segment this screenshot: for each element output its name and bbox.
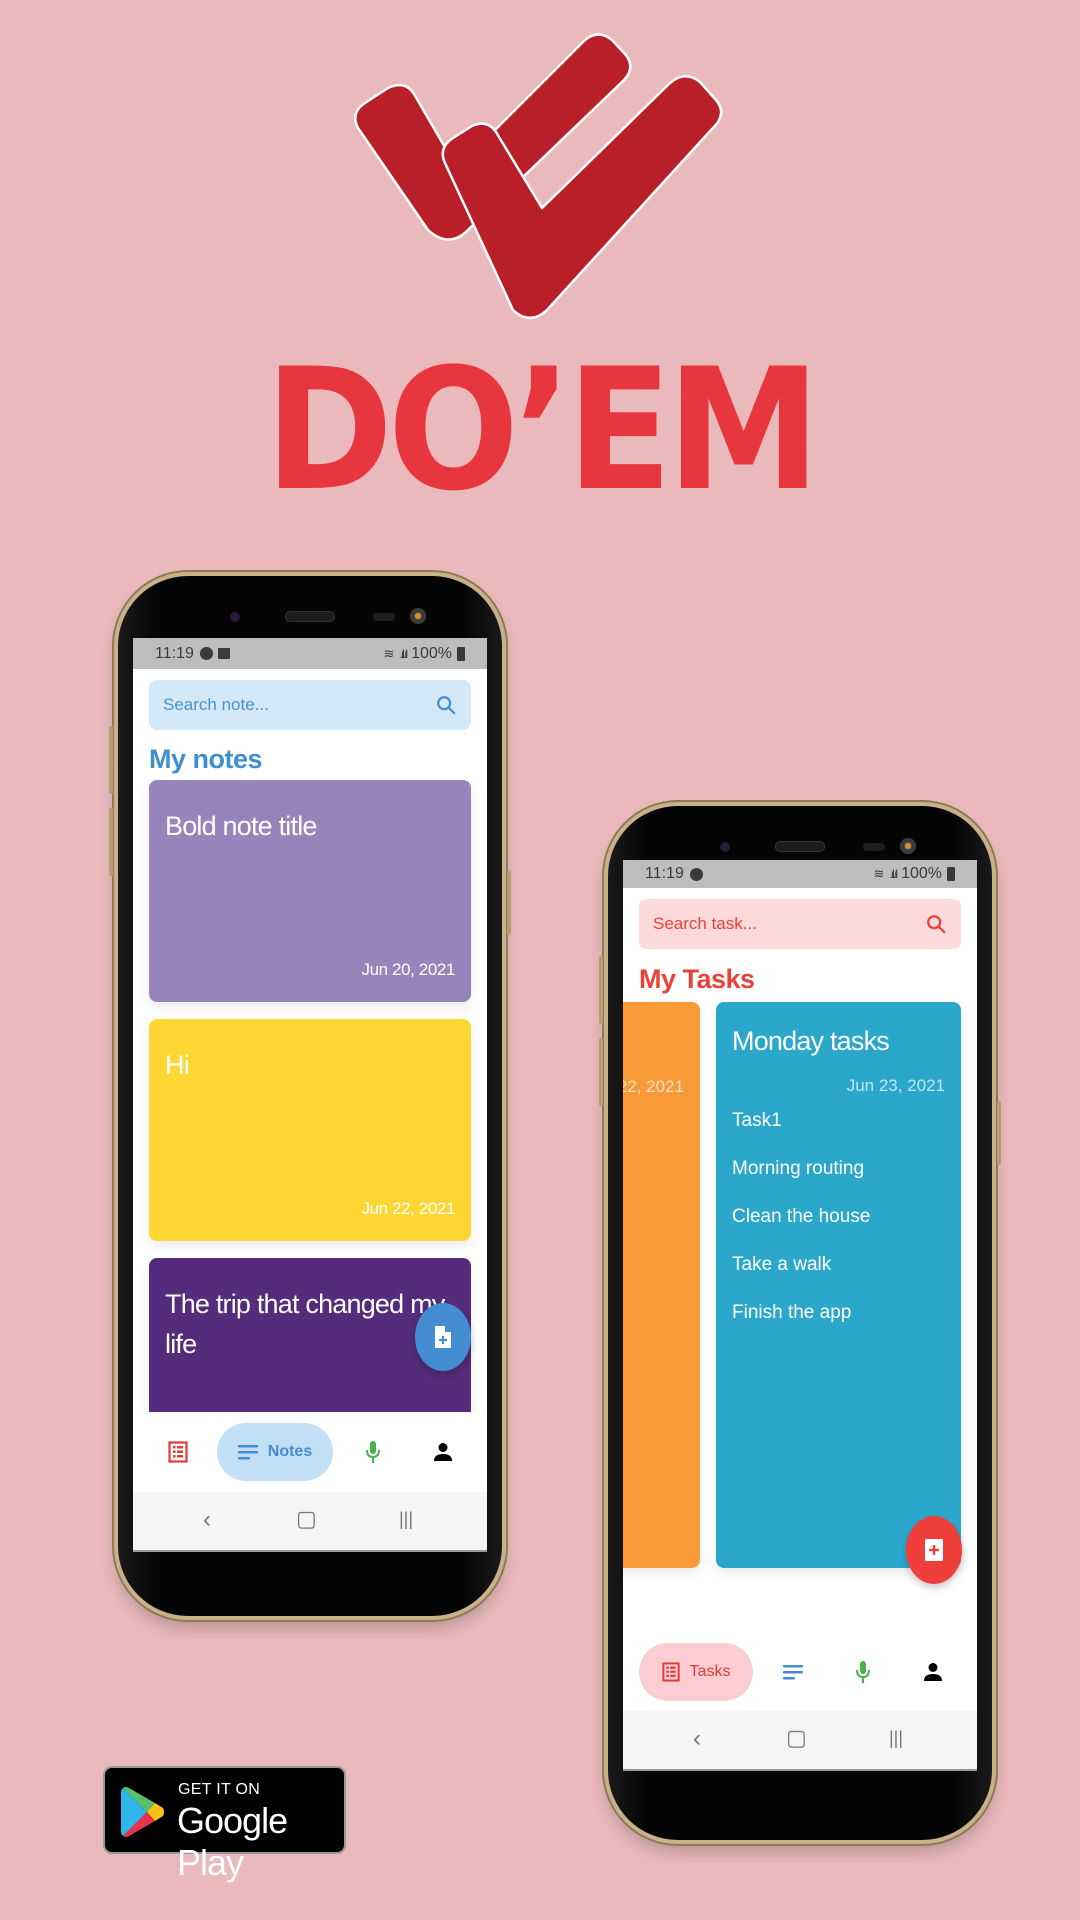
note-card[interactable]: Bold note title Jun 20, 2021 [149, 780, 471, 1002]
wifi-icon: ≋ [873, 866, 885, 881]
google-play-badge[interactable]: GET IT ON Google Play [103, 1766, 346, 1883]
task-card-date: Jun 23, 2021 [846, 1076, 945, 1095]
add-note-icon [435, 1326, 451, 1348]
search-icon[interactable] [925, 913, 947, 935]
battery-level: 100% [411, 644, 452, 662]
notes-lines-icon [783, 1665, 803, 1680]
earpiece-speaker [285, 611, 335, 622]
status-time: 11:19 [155, 644, 194, 662]
volume-up-button [109, 726, 113, 794]
add-task-icon [925, 1539, 943, 1561]
task-item[interactable]: Take a walk [732, 1254, 870, 1302]
battery-icon [457, 646, 465, 661]
recents-button[interactable]: ||| [399, 1509, 413, 1530]
battery-icon [947, 867, 955, 881]
bottom-navigation: Notes [133, 1412, 487, 1492]
nav-profile[interactable] [918, 1657, 948, 1687]
system-navigation-bar: ‹ ▢ ||| [133, 1492, 487, 1552]
front-sensor [230, 612, 240, 622]
note-date: Jun 22, 2021 [361, 1199, 455, 1218]
volume-down-button [599, 1038, 603, 1106]
person-icon [434, 1443, 452, 1461]
status-time: 11:19 [645, 865, 684, 882]
volume-down-button [109, 808, 113, 876]
task-card-title: Monday tasks [732, 1026, 890, 1056]
search-placeholder: Search note... [163, 695, 269, 714]
add-task-button[interactable] [906, 1516, 962, 1584]
search-note-input[interactable]: Search note... [149, 680, 471, 730]
power-button [997, 1101, 1001, 1165]
system-navigation-bar: ‹ ▢ ||| [623, 1711, 977, 1771]
task-item[interactable]: Clean the house [732, 1206, 870, 1254]
power-button [507, 871, 511, 935]
microphone-icon [366, 1441, 380, 1463]
brand-title: DO’EM [264, 332, 821, 528]
task-item[interactable]: Task1 [732, 1110, 870, 1158]
front-camera [900, 838, 916, 854]
task-list: Task1 Morning routing Clean the house Ta… [732, 1110, 870, 1350]
search-placeholder: Search task... [653, 914, 757, 933]
page-title: My notes [149, 744, 263, 774]
notes-screen: 11:19 ≋ .ıl.ıl 100% Search note... My no… [133, 638, 487, 1552]
badge-store-name: Google Play [177, 1800, 288, 1883]
bottom-navigation: Tasks [623, 1633, 977, 1713]
volume-up-button [599, 956, 603, 1024]
recents-button[interactable]: ||| [889, 1728, 903, 1749]
google-play-icon [121, 1787, 164, 1837]
home-button[interactable]: ▢ [296, 1506, 317, 1532]
proximity-sensor [373, 613, 395, 621]
checklist-icon [168, 1441, 188, 1463]
front-camera [410, 608, 426, 624]
earpiece-speaker [775, 841, 825, 852]
task-card[interactable]: 22, 2021 [623, 1002, 700, 1568]
status-bar: 11:19 ≋ .ıl.ıl 100% [623, 860, 977, 888]
tasks-screen: 11:19 ≋ .ıl.ıl 100% Search task... My Ta… [623, 860, 977, 1771]
task-item[interactable]: Finish the app [732, 1302, 870, 1350]
task-card[interactable]: Monday tasks Jun 23, 2021 Task1 Morning … [716, 1002, 961, 1568]
note-card[interactable]: Hi Jun 22, 2021 [149, 1019, 471, 1241]
add-note-button[interactable] [415, 1303, 471, 1371]
nav-notes[interactable] [778, 1657, 808, 1687]
search-task-input[interactable]: Search task... [639, 899, 961, 949]
note-title: Bold note title [165, 811, 317, 841]
proximity-sensor [863, 843, 885, 851]
page-title: My Tasks [639, 964, 755, 994]
nav-voice[interactable] [358, 1437, 388, 1467]
note-date: Jun 20, 2021 [361, 960, 455, 979]
badge-small-text: GET IT ON [178, 1781, 261, 1798]
nav-tasks[interactable] [163, 1437, 193, 1467]
phone-tasks-frame: 11:19 ≋ .ıl.ıl 100% Search task... My Ta… [599, 806, 1001, 1840]
phone-notes-frame: 11:19 ≋ .ıl.ıl 100% Search note... My no… [109, 576, 511, 1616]
image-notification-icon [217, 648, 230, 659]
signal-icon: .ıl.ıl [889, 867, 898, 881]
wifi-icon: ≋ [383, 645, 395, 661]
person-icon [924, 1663, 942, 1681]
back-button[interactable]: ‹ [693, 1725, 701, 1753]
task-item[interactable]: Morning routing [732, 1158, 870, 1206]
search-icon[interactable] [435, 694, 457, 716]
back-button[interactable]: ‹ [203, 1506, 211, 1534]
sync-icon [689, 867, 703, 881]
battery-level: 100% [901, 865, 942, 882]
status-bar: 11:19 ≋ .ıl.ıl 100% [133, 638, 487, 669]
double-check-icon [353, 33, 723, 320]
nav-tasks-label: Tasks [689, 1663, 731, 1680]
nav-notes-label: Notes [267, 1443, 313, 1460]
note-title: The trip that changed my life [165, 1289, 445, 1359]
sync-icon [199, 647, 213, 660]
notes-lines-icon [237, 1445, 258, 1460]
nav-tasks-active[interactable]: Tasks [639, 1643, 753, 1701]
nav-notes-active[interactable]: Notes [217, 1423, 333, 1481]
home-button[interactable]: ▢ [786, 1725, 807, 1751]
note-title: Hi [165, 1050, 190, 1080]
microphone-icon [856, 1661, 870, 1683]
front-sensor [720, 842, 730, 852]
nav-voice[interactable] [848, 1657, 878, 1687]
nav-profile[interactable] [428, 1437, 458, 1467]
task-card-date: 22, 2021 [623, 1077, 684, 1096]
checklist-icon [661, 1662, 680, 1682]
signal-icon: .ıl.ıl [399, 646, 408, 661]
